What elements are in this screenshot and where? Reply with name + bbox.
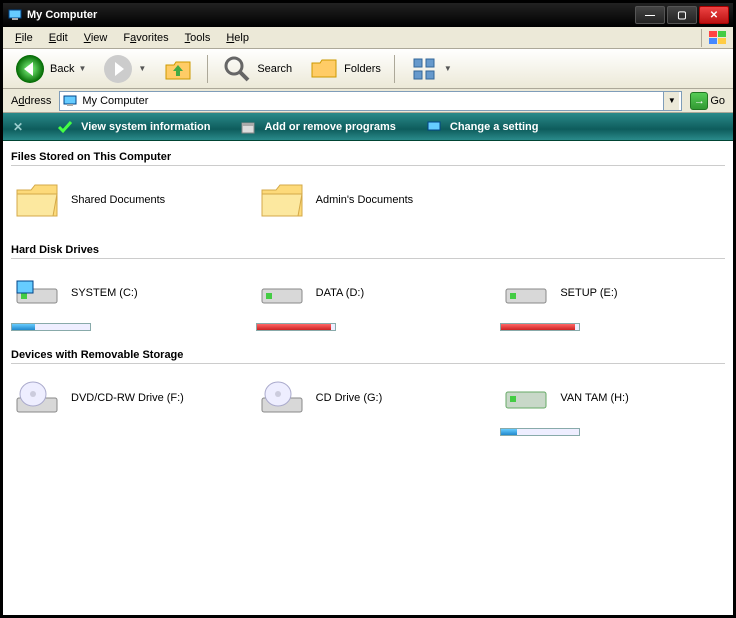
system-tasks-bar: ✕ View system information Add or remove …: [3, 113, 733, 141]
menubar: File Edit View Favorites Tools Help: [3, 27, 733, 49]
removable-drive-icon: [502, 374, 550, 422]
item-label: DVD/CD-RW Drive (F:): [71, 392, 234, 404]
folder-admin-documents[interactable]: Admin's Documents: [256, 174, 481, 226]
capacity-bar: [11, 323, 91, 331]
address-label: Address: [7, 95, 55, 107]
task-view-system-info[interactable]: View system information: [57, 119, 210, 135]
toolbar-separator: [207, 55, 208, 83]
go-label: Go: [710, 95, 725, 107]
task-label: Change a setting: [450, 121, 539, 133]
menu-edit[interactable]: Edit: [41, 30, 76, 46]
item-label: VAN TAM (H:): [560, 392, 723, 404]
check-icon: [57, 119, 73, 135]
menu-file[interactable]: File: [7, 30, 41, 46]
drive-c[interactable]: SYSTEM (C:): [11, 267, 236, 331]
task-label: Add or remove programs: [264, 121, 395, 133]
address-input[interactable]: My Computer ▼: [59, 91, 682, 111]
explorer-window: My Computer — ▢ ✕ File Edit View Favorit…: [0, 0, 736, 618]
capacity-bar: [256, 323, 336, 331]
menu-view[interactable]: View: [76, 30, 116, 46]
optical-drive-icon: [13, 374, 61, 422]
go-button[interactable]: → Go: [686, 91, 729, 111]
forward-dropdown-icon[interactable]: ▼: [138, 64, 146, 73]
item-label: Shared Documents: [71, 194, 234, 206]
section-files-stored: Files Stored on This Computer: [11, 151, 725, 166]
capacity-bar: [500, 428, 580, 436]
folder-shared-documents[interactable]: Shared Documents: [11, 174, 236, 226]
hdd-icon: [13, 269, 61, 317]
forward-button[interactable]: ▼: [95, 50, 153, 88]
drive-d[interactable]: DATA (D:): [256, 267, 481, 331]
address-dropdown-icon[interactable]: ▼: [663, 92, 679, 110]
address-value: My Computer: [82, 95, 148, 107]
hdd-icon: [502, 269, 550, 317]
up-button[interactable]: [155, 50, 201, 88]
removable-grid: DVD/CD-RW Drive (F:) CD Drive (G:) VAN T…: [11, 372, 725, 436]
forward-arrow-icon: [102, 53, 134, 85]
menu-tools[interactable]: Tools: [177, 30, 219, 46]
toolbar: Back ▼ ▼ Search Folders ▼: [3, 49, 733, 89]
back-dropdown-icon[interactable]: ▼: [78, 64, 86, 73]
capacity-bar: [500, 323, 580, 331]
back-arrow-icon: [14, 53, 46, 85]
box-icon: [240, 119, 256, 135]
go-arrow-icon: →: [690, 92, 708, 110]
setting-icon: [426, 119, 442, 135]
search-icon: [221, 53, 253, 85]
tasks-close-icon[interactable]: ✕: [13, 120, 23, 134]
drive-e[interactable]: SETUP (E:): [500, 267, 725, 331]
titlebar[interactable]: My Computer — ▢ ✕: [3, 3, 733, 27]
menu-favorites[interactable]: Favorites: [115, 30, 176, 46]
maximize-button[interactable]: ▢: [667, 6, 697, 24]
toolbar-separator: [394, 55, 395, 83]
item-label: DATA (D:): [316, 287, 479, 299]
optical-drive-icon: [258, 374, 306, 422]
views-icon: [408, 53, 440, 85]
back-label: Back: [50, 63, 74, 75]
window-title: My Computer: [27, 9, 635, 21]
minimize-button[interactable]: —: [635, 6, 665, 24]
item-label: SETUP (E:): [560, 287, 723, 299]
content-area: Files Stored on This Computer Shared Doc…: [3, 141, 733, 615]
drive-g[interactable]: CD Drive (G:): [256, 372, 481, 436]
windows-flag-icon[interactable]: [701, 29, 729, 47]
views-button[interactable]: ▼: [401, 50, 459, 88]
folders-label: Folders: [344, 63, 381, 75]
close-button[interactable]: ✕: [699, 6, 729, 24]
drive-h[interactable]: VAN TAM (H:): [500, 372, 725, 436]
files-grid: Shared Documents Admin's Documents: [11, 174, 725, 226]
search-label: Search: [257, 63, 292, 75]
folders-icon: [308, 53, 340, 85]
section-hard-disk-drives: Hard Disk Drives: [11, 244, 725, 259]
item-label: SYSTEM (C:): [71, 287, 234, 299]
drives-grid: SYSTEM (C:) DATA (D:) SETUP: [11, 267, 725, 331]
task-add-remove-programs[interactable]: Add or remove programs: [240, 119, 395, 135]
up-folder-icon: [162, 53, 194, 85]
item-label: CD Drive (G:): [316, 392, 479, 404]
folders-button[interactable]: Folders: [301, 50, 388, 88]
section-removable-storage: Devices with Removable Storage: [11, 349, 725, 364]
back-button[interactable]: Back ▼: [7, 50, 93, 88]
my-computer-icon: [7, 7, 23, 23]
window-controls: — ▢ ✕: [635, 6, 729, 24]
item-label: Admin's Documents: [316, 194, 479, 206]
drive-f[interactable]: DVD/CD-RW Drive (F:): [11, 372, 236, 436]
folder-icon: [258, 176, 306, 224]
addressbar: Address My Computer ▼ → Go: [3, 89, 733, 113]
hdd-icon: [258, 269, 306, 317]
task-label: View system information: [81, 121, 210, 133]
views-dropdown-icon[interactable]: ▼: [444, 64, 452, 73]
task-change-setting[interactable]: Change a setting: [426, 119, 539, 135]
menu-help[interactable]: Help: [218, 30, 257, 46]
folder-icon: [13, 176, 61, 224]
search-button[interactable]: Search: [214, 50, 299, 88]
my-computer-icon: [62, 93, 78, 109]
